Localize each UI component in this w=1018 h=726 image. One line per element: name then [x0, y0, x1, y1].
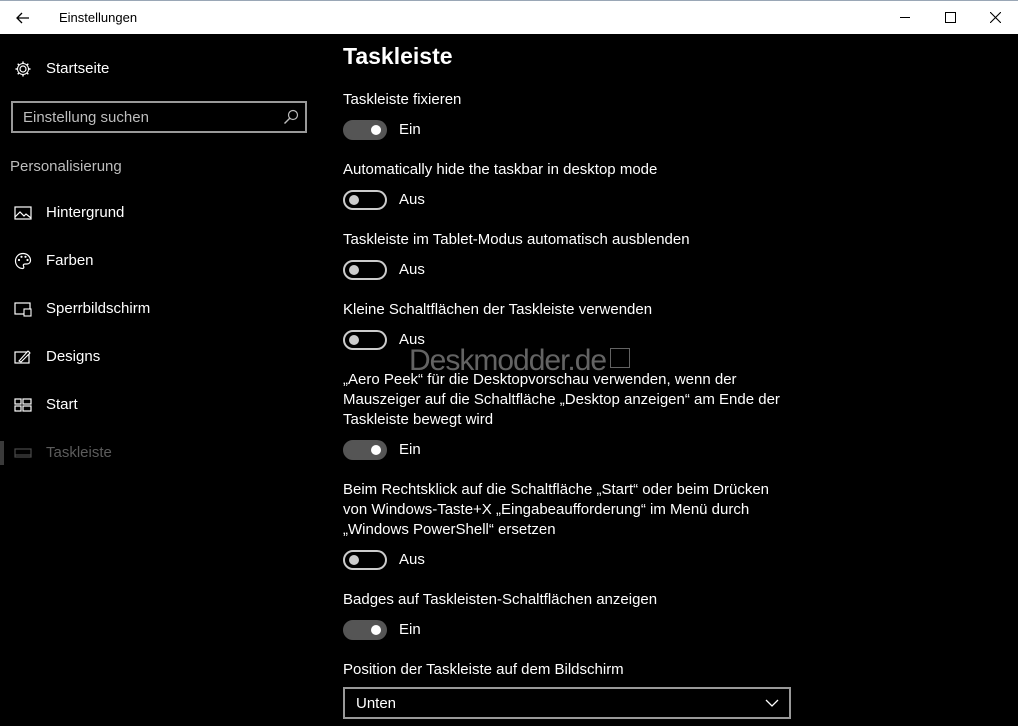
toggle-state: Aus [399, 191, 425, 208]
minimize-icon [899, 17, 910, 18]
sidebar-item-hintergrund[interactable]: Hintergrund [0, 195, 320, 231]
setting-label: Automatically hide the taskbar in deskto… [343, 161, 658, 178]
toggle-state: Aus [399, 261, 425, 278]
sidebar-item-label: Hintergrund [46, 204, 125, 221]
toggle-switch[interactable] [343, 190, 387, 210]
palette-icon [14, 252, 32, 270]
toggle-state: Ein [399, 621, 421, 638]
search-input[interactable] [23, 108, 273, 126]
toggle-knob [349, 265, 359, 275]
setting-position: Position der Taskleiste auf dem Bildschi… [343, 660, 803, 680]
back-arrow-icon [16, 12, 29, 23]
sidebar-item-start[interactable]: Start [0, 387, 320, 423]
toggle-knob [349, 335, 359, 345]
watermark: Deskmodder.de [409, 344, 631, 378]
minimize-button[interactable] [882, 1, 928, 34]
start-grid-icon [14, 398, 32, 412]
lockscreen-icon [14, 302, 32, 317]
toggle-state: Ein [399, 121, 421, 138]
setting-label: Kleine Schaltflächen der Taskleiste verw… [343, 301, 653, 318]
chevron-down-icon [765, 699, 779, 707]
brush-icon [14, 350, 31, 364]
close-button[interactable] [972, 1, 1018, 34]
toggle-switch[interactable] [343, 620, 387, 640]
sidebar-item-taskleiste[interactable]: Taskleiste [0, 435, 320, 471]
setting-label: Taskleiste im Tablet-Modus automatisch a… [343, 231, 690, 248]
sidebar-item-label: Taskleiste [46, 444, 112, 461]
sidebar-item-label: Sperrbildschirm [46, 300, 151, 317]
maximize-button[interactable] [927, 1, 973, 34]
setting-label: Badges auf Taskleisten-Schaltflächen anz… [343, 591, 658, 608]
toggle-state: Aus [399, 551, 425, 568]
close-icon [989, 12, 1001, 23]
setting-label: Beim Rechtsklick auf die Schaltfläche „S… [343, 481, 770, 538]
toggle-switch[interactable] [343, 120, 387, 140]
toggle-knob [349, 195, 359, 205]
toggle-switch[interactable] [343, 550, 387, 570]
sidebar-item-sperrbildschirm[interactable]: Sperrbildschirm [0, 291, 320, 327]
maximize-icon [944, 12, 956, 23]
title-bar: Einstellungen [0, 0, 1018, 34]
setting-powershell-replace: Beim Rechtsklick auf die Schaltfläche „S… [343, 480, 773, 572]
setting-aero-peek: „Aero Peek“ für die Desktopvorschau verw… [343, 370, 783, 462]
back-button[interactable] [0, 1, 46, 34]
taskbar-icon [14, 448, 32, 458]
position-dropdown[interactable]: Unten [343, 687, 791, 719]
setting-label: „Aero Peek“ für die Desktopvorschau verw… [343, 371, 780, 428]
setting-label: Position der Taskleiste auf dem Bildschi… [343, 661, 624, 678]
page-title: Taskleiste [343, 43, 453, 69]
watermark-text: Deskmodder.de [409, 344, 607, 377]
sidebar-item-label: Start [46, 396, 78, 413]
sidebar-item-label: Farben [46, 252, 94, 269]
toggle-switch[interactable] [343, 260, 387, 280]
toggle-switch[interactable] [343, 330, 387, 350]
setting-auto-hide-tablet: Taskleiste im Tablet-Modus automatisch a… [343, 230, 803, 282]
sidebar: Startseite Personalisierung Hintergrund … [0, 34, 320, 726]
sidebar-item-farben[interactable]: Farben [0, 243, 320, 279]
toggle-knob [371, 125, 381, 135]
toggle-knob [371, 625, 381, 635]
toggle-switch[interactable] [343, 440, 387, 460]
picture-icon [14, 206, 32, 220]
main-content: Taskleiste Taskleiste fixieren Ein Autom… [343, 34, 1018, 726]
window-title: Einstellungen [59, 10, 138, 25]
active-indicator [0, 441, 4, 465]
setting-badges: Badges auf Taskleisten-Schaltflächen anz… [343, 590, 803, 642]
search-icon[interactable] [283, 109, 299, 125]
toggle-knob [371, 445, 381, 455]
setting-auto-hide-desktop: Automatically hide the taskbar in deskto… [343, 160, 803, 212]
pencil-icon [610, 348, 631, 368]
setting-taskleiste-fixieren: Taskleiste fixieren Ein [343, 90, 803, 142]
gear-icon [15, 61, 31, 77]
search-box[interactable] [11, 101, 307, 133]
sidebar-item-label: Startseite [46, 60, 110, 77]
dropdown-value: Unten [356, 695, 397, 712]
sidebar-item-designs[interactable]: Designs [0, 339, 320, 375]
toggle-state: Ein [399, 441, 421, 458]
sidebar-item-label: Designs [46, 348, 101, 365]
setting-label: Taskleiste fixieren [343, 91, 462, 108]
section-heading: Personalisierung [10, 158, 122, 175]
sidebar-item-startseite[interactable]: Startseite [0, 51, 320, 87]
toggle-knob [349, 555, 359, 565]
